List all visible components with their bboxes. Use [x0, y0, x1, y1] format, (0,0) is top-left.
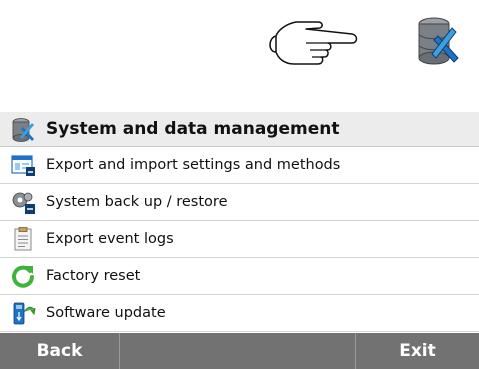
menu-item-label: System back up / restore: [46, 194, 228, 210]
panel-header: System and data management: [0, 112, 479, 147]
gears-backup-icon: [12, 192, 35, 214]
menu-item-software-update[interactable]: Software update: [0, 295, 479, 332]
exit-button[interactable]: Exit: [356, 333, 479, 369]
page-title: System and data management: [46, 119, 340, 139]
menu-item-factory-reset[interactable]: Factory reset: [0, 258, 479, 295]
database-tools-icon: [418, 17, 459, 65]
menu-item-label: Export and import settings and methods: [46, 157, 341, 173]
top-area: [0, 0, 479, 112]
clipboard-log-icon: [14, 227, 32, 251]
pointing-hand-icon: [269, 21, 358, 65]
menu-item-export-import-settings[interactable]: Export and import settings and methods: [0, 147, 479, 184]
footer-bar: Back Exit: [0, 333, 479, 369]
menu-item-label: Export event logs: [46, 231, 174, 247]
green-refresh-icon: [12, 265, 34, 288]
window-export-icon: [11, 155, 35, 176]
menu-item-export-event-logs[interactable]: Export event logs: [0, 221, 479, 258]
menu-item-label: Factory reset: [46, 268, 141, 284]
system-data-panel: System and data management Export and im…: [0, 112, 479, 369]
database-tools-icon: [12, 118, 34, 142]
menu-item-label: Software update: [46, 305, 166, 321]
usb-update-icon: [13, 302, 36, 325]
footer-spacer: [120, 333, 356, 369]
menu-item-system-backup-restore[interactable]: System back up / restore: [0, 184, 479, 221]
back-button[interactable]: Back: [0, 333, 120, 369]
